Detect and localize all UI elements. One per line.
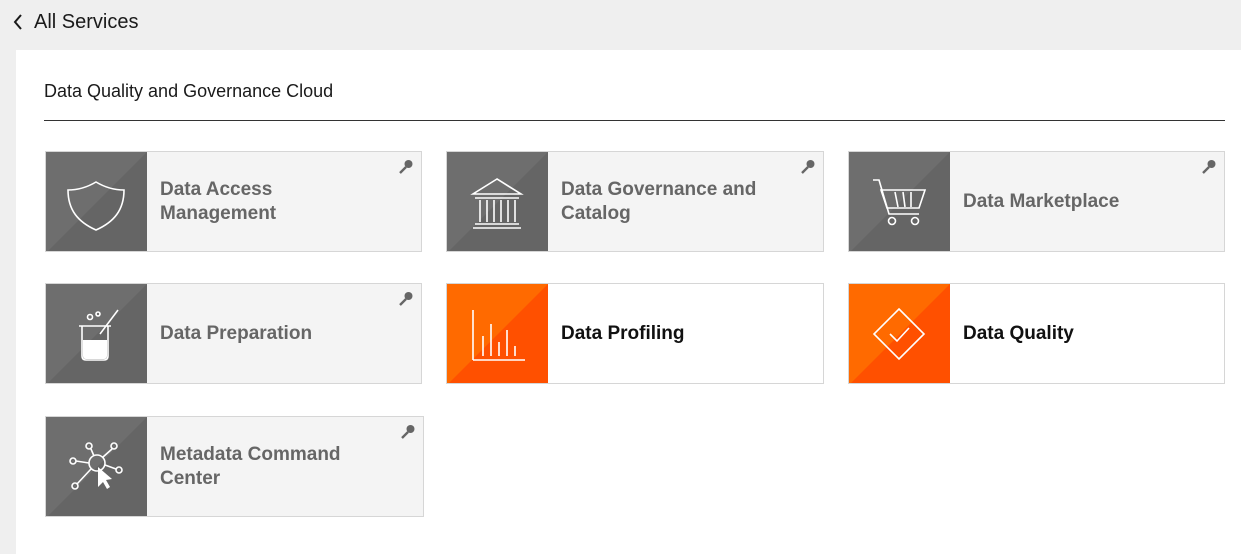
tile-label: Data Governance and Catalog bbox=[561, 178, 757, 224]
tile-icon-area bbox=[46, 417, 147, 516]
tile-metadata-command-center[interactable]: Metadata Command Center bbox=[45, 416, 424, 517]
section-title: Data Quality and Governance Cloud bbox=[44, 81, 334, 101]
tile-data-profiling[interactable]: Data Profiling bbox=[446, 283, 824, 384]
tile-icon-area bbox=[849, 284, 950, 383]
tile-icon-area bbox=[447, 152, 548, 251]
tile-label: Data Preparation bbox=[160, 322, 313, 344]
tile-label: Data Quality bbox=[963, 322, 1074, 344]
tile-label: Data Profiling bbox=[561, 322, 685, 344]
section-divider bbox=[44, 120, 1225, 121]
tile-icon-area bbox=[849, 152, 950, 251]
chevron-left-icon bbox=[13, 14, 22, 30]
diamond-check-icon bbox=[872, 307, 926, 361]
key-icon bbox=[801, 160, 815, 174]
tile-data-access-management[interactable]: Data Access Management bbox=[45, 151, 422, 252]
key-icon bbox=[401, 425, 415, 439]
tile-label: Data Marketplace bbox=[963, 190, 1120, 212]
tile-label: Metadata Command Center bbox=[160, 443, 341, 489]
back-to-all-services[interactable]: All Services bbox=[12, 8, 138, 36]
key-icon bbox=[399, 292, 413, 306]
back-label: All Services bbox=[34, 10, 139, 33]
key-icon bbox=[1202, 160, 1216, 174]
bar-chart-icon bbox=[472, 310, 525, 361]
cart-icon bbox=[873, 179, 927, 226]
services-panel: Data Quality and Governance Cloud Data A… bbox=[16, 50, 1241, 554]
tile-data-quality[interactable]: Data Quality bbox=[848, 283, 1225, 384]
tile-icon-area bbox=[46, 284, 147, 383]
building-icon bbox=[470, 178, 524, 229]
top-bar: All Services bbox=[0, 0, 1241, 50]
shield-icon bbox=[67, 181, 125, 231]
tile-data-governance-and-catalog[interactable]: Data Governance and Catalog bbox=[446, 151, 824, 252]
tile-data-preparation[interactable]: Data Preparation bbox=[45, 283, 422, 384]
key-icon bbox=[399, 160, 413, 174]
network-pointer-icon bbox=[69, 442, 123, 490]
beaker-icon bbox=[79, 309, 119, 361]
tile-icon-area bbox=[46, 152, 147, 251]
tile-label: Data Access Management bbox=[160, 178, 277, 224]
tile-icon-area bbox=[447, 284, 548, 383]
tile-data-marketplace[interactable]: Data Marketplace bbox=[848, 151, 1225, 252]
